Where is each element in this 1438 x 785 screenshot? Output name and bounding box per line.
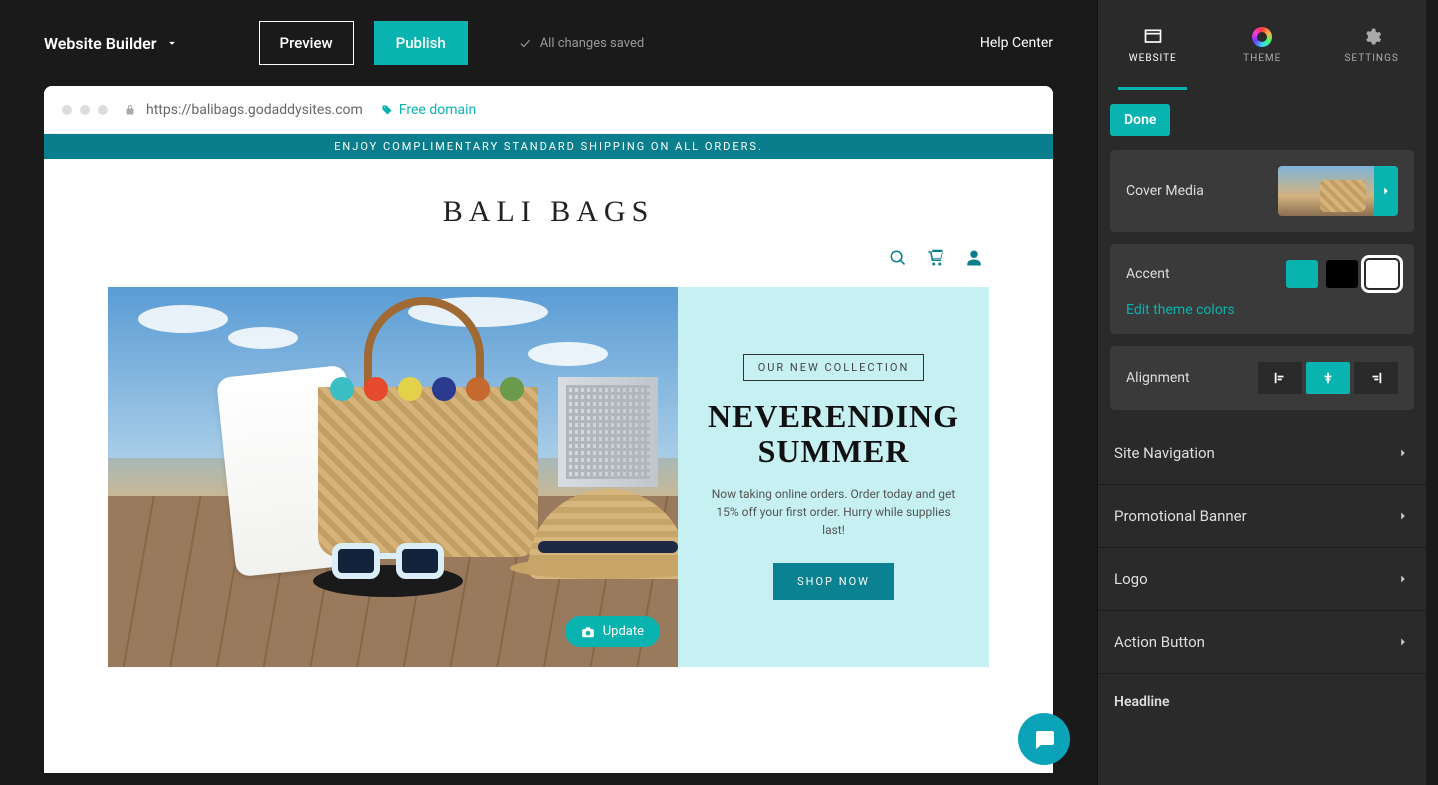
cover-media-card[interactable]: Cover Media <box>1110 150 1414 232</box>
align-left-icon <box>1271 371 1289 385</box>
check-icon <box>518 36 532 50</box>
traffic-lights <box>62 105 108 115</box>
section-headline[interactable]: Headline <box>1098 674 1426 718</box>
tab-theme[interactable]: THEME <box>1207 0 1316 90</box>
section-label: Promotional Banner <box>1114 507 1247 525</box>
cover-media-arrow[interactable] <box>1374 166 1398 216</box>
lock-icon <box>124 104 136 116</box>
shop-now-button[interactable]: SHOP NOW <box>773 563 894 600</box>
alignment-label: Alignment <box>1126 370 1190 386</box>
brand-label: Website Builder <box>44 34 157 53</box>
theme-icon <box>1252 27 1272 47</box>
right-panel: WEBSITE THEME SETTINGS Done Cover Media <box>1097 0 1426 785</box>
search-icon[interactable] <box>889 249 907 267</box>
subtext[interactable]: Now taking online orders. Order today an… <box>708 485 959 539</box>
swatch-white[interactable] <box>1366 260 1398 288</box>
promo-banner[interactable]: ENJOY COMPLIMENTARY STANDARD SHIPPING ON… <box>44 134 1053 159</box>
done-button[interactable]: Done <box>1110 104 1170 136</box>
chevron-down-icon <box>165 36 179 50</box>
accent-label: Accent <box>1126 266 1170 282</box>
headline[interactable]: NEVERENDING SUMMER <box>708 399 959 469</box>
chevron-right-icon <box>1396 446 1410 460</box>
save-status-text: All changes saved <box>540 36 645 51</box>
tab-settings[interactable]: SETTINGS <box>1317 0 1426 90</box>
section-action-button[interactable]: Action Button <box>1098 611 1426 674</box>
chevron-right-icon <box>1396 572 1410 586</box>
site-header: BALI BAGS <box>44 159 1053 239</box>
section-label: Logo <box>1114 570 1148 588</box>
swatch-teal[interactable] <box>1286 260 1318 288</box>
update-image-button[interactable]: Update <box>565 616 660 647</box>
preview-button[interactable]: Preview <box>259 21 354 65</box>
gear-icon <box>1362 27 1382 47</box>
cart-icon[interactable] <box>927 249 945 267</box>
tab-settings-label: SETTINGS <box>1344 53 1398 64</box>
site-preview-canvas: https://balibags.godaddysites.com Free d… <box>44 86 1053 773</box>
chat-icon <box>1032 727 1056 751</box>
section-label: Action Button <box>1114 633 1205 651</box>
accent-card: Accent Edit theme colors <box>1110 244 1414 334</box>
chat-fab[interactable] <box>1018 713 1070 765</box>
url-bar[interactable]: https://balibags.godaddysites.com Free d… <box>124 102 1035 118</box>
chevron-right-icon <box>1396 509 1410 523</box>
chevron-right-icon <box>1396 635 1410 649</box>
align-left-button[interactable] <box>1258 362 1302 394</box>
cover-media-label: Cover Media <box>1126 183 1204 199</box>
site-title[interactable]: BALI BAGS <box>44 195 1053 229</box>
brand-menu[interactable]: Website Builder <box>44 34 179 53</box>
free-domain-link[interactable]: Free domain <box>381 102 476 118</box>
section-site-navigation[interactable]: Site Navigation <box>1098 422 1426 485</box>
align-center-icon <box>1319 371 1337 385</box>
edit-theme-colors-link[interactable]: Edit theme colors <box>1126 302 1398 318</box>
panel-sections: Site Navigation Promotional Banner Logo … <box>1098 422 1426 718</box>
website-icon <box>1143 27 1163 47</box>
publish-button[interactable]: Publish <box>374 21 468 65</box>
align-right-button[interactable] <box>1354 362 1398 394</box>
free-domain-text: Free domain <box>399 102 476 118</box>
panel-tabs: WEBSITE THEME SETTINGS <box>1098 0 1426 90</box>
alignment-buttons <box>1258 362 1398 394</box>
tab-theme-label: THEME <box>1243 53 1281 64</box>
hero-content[interactable]: OUR NEW COLLECTION NEVERENDING SUMMER No… <box>678 287 989 667</box>
chevron-right-icon <box>1379 184 1393 198</box>
tab-website-label: WEBSITE <box>1129 53 1177 64</box>
url-text: https://balibags.godaddysites.com <box>146 102 363 118</box>
accent-swatches <box>1286 260 1398 288</box>
update-label: Update <box>603 624 644 639</box>
site-header-icons <box>44 239 1053 287</box>
tag-icon <box>381 104 393 116</box>
cover-media-thumb[interactable] <box>1278 166 1398 216</box>
alignment-card: Alignment <box>1110 346 1414 410</box>
camera-icon <box>581 625 595 639</box>
section-promotional-banner[interactable]: Promotional Banner <box>1098 485 1426 548</box>
panel-scrollbar[interactable] <box>1426 0 1438 785</box>
section-logo[interactable]: Logo <box>1098 548 1426 611</box>
hero-section[interactable]: Update OUR NEW COLLECTION NEVERENDING SU… <box>108 287 989 667</box>
browser-chrome: https://balibags.godaddysites.com Free d… <box>44 86 1053 134</box>
top-bar: Website Builder Preview Publish All chan… <box>0 0 1097 86</box>
help-link[interactable]: Help Center <box>980 35 1053 51</box>
tagline[interactable]: OUR NEW COLLECTION <box>743 354 925 381</box>
align-right-icon <box>1367 371 1385 385</box>
tab-website[interactable]: WEBSITE <box>1098 0 1207 90</box>
hero-image[interactable]: Update <box>108 287 678 667</box>
save-status: All changes saved <box>518 36 645 51</box>
swatch-black[interactable] <box>1326 260 1358 288</box>
section-label: Site Navigation <box>1114 444 1215 462</box>
align-center-button[interactable] <box>1306 362 1350 394</box>
user-icon[interactable] <box>965 249 983 267</box>
